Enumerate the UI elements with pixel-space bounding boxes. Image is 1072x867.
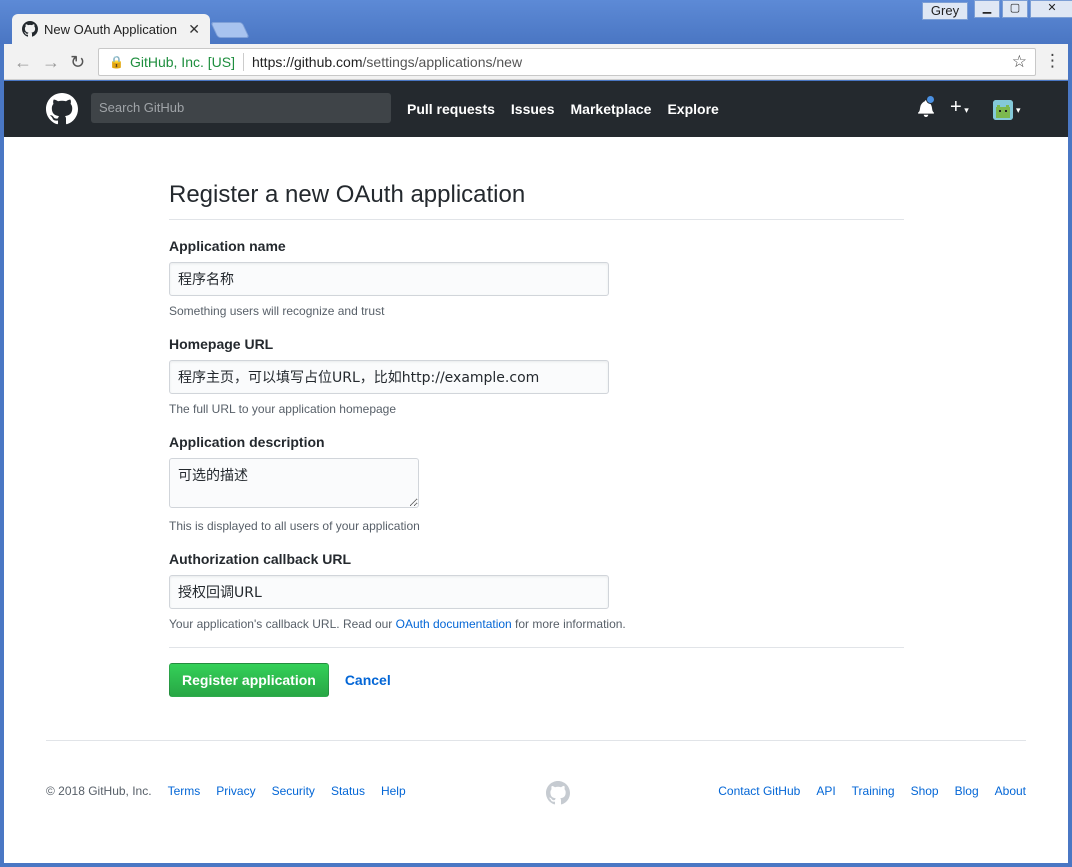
footer-link-blog[interactable]: Blog <box>955 784 979 798</box>
footer-link-status[interactable]: Status <box>331 784 365 798</box>
back-arrow-icon[interactable]: ← <box>14 52 32 73</box>
app-name-input[interactable] <box>169 262 609 296</box>
avatar-chevron-down-icon[interactable]: ▾ <box>1016 105 1021 116</box>
app-name-note: Something users will recognize and trust <box>169 304 385 318</box>
homepage-label: Homepage URL <box>169 336 274 352</box>
chevron-down-icon: ▾ <box>961 105 969 115</box>
tab-title: New OAuth Application <box>44 21 177 37</box>
browser-menu-icon[interactable]: ⋮ <box>1044 51 1061 71</box>
avatar[interactable] <box>993 100 1013 120</box>
address-bar[interactable]: 🔒 GitHub, Inc. [US] https://github.com /… <box>98 48 1036 76</box>
avatar-image <box>993 100 1013 120</box>
browser-window: New OAuth Application ✕ Grey ▁ ▢ ✕ ← → ↻… <box>0 0 1072 867</box>
app-name-label: Application name <box>169 238 286 254</box>
footer-link-terms[interactable]: Terms <box>168 784 201 798</box>
minimize-icon[interactable]: ▁ <box>974 0 1000 18</box>
footer-right: Contact GitHub API Training Shop Blog Ab… <box>718 784 1042 798</box>
nav-explore[interactable]: Explore <box>667 101 718 117</box>
header-nav: Pull requests Issues Marketplace Explore <box>407 101 735 117</box>
callback-group: Authorization callback URL Your applicat… <box>169 551 904 631</box>
footer-link-training[interactable]: Training <box>852 784 895 798</box>
forward-arrow-icon[interactable]: → <box>42 52 60 73</box>
omnibox-separator <box>243 53 244 71</box>
callback-url-input[interactable] <box>169 575 609 609</box>
description-textarea[interactable]: 可选的描述 <box>169 458 419 508</box>
site-footer: © 2018 GitHub, Inc. Terms Privacy Securi… <box>46 740 1026 805</box>
homepage-url-input[interactable] <box>169 360 609 394</box>
description-group: Application description 可选的描述 This is di… <box>169 434 904 533</box>
secure-label: GitHub, Inc. [US] <box>129 54 235 70</box>
copyright: © 2018 GitHub, Inc. <box>46 784 152 798</box>
notification-indicator <box>926 95 935 104</box>
reload-icon[interactable]: ↻ <box>70 52 85 73</box>
app-name-group: Application name Something users will re… <box>169 238 904 318</box>
footer-link-api[interactable]: API <box>816 784 835 798</box>
github-favicon-icon <box>22 21 38 37</box>
new-tab-button[interactable] <box>210 22 250 38</box>
browser-toolbar: ← → ↻ 🔒 GitHub, Inc. [US] https://github… <box>4 44 1068 80</box>
github-header: Search GitHub Pull requests Issues Marke… <box>4 81 1068 137</box>
browser-tab[interactable]: New OAuth Application ✕ <box>12 14 210 44</box>
callback-note-suffix: for more information. <box>511 617 626 631</box>
callback-note: Your application's callback URL. Read ou… <box>169 617 904 631</box>
callback-note-prefix: Your application's callback URL. Read ou… <box>169 617 396 631</box>
page-title: Register a new OAuth application <box>169 181 904 220</box>
homepage-note: The full URL to your application homepag… <box>169 402 397 416</box>
description-note: This is displayed to all users of your a… <box>169 519 420 533</box>
search-input[interactable]: Search GitHub <box>91 93 391 123</box>
maximize-icon[interactable]: ▢ <box>1002 0 1028 18</box>
footer-link-about[interactable]: About <box>995 784 1026 798</box>
nav-issues[interactable]: Issues <box>511 101 555 117</box>
footer-link-security[interactable]: Security <box>272 784 315 798</box>
github-logo-icon[interactable] <box>46 93 78 125</box>
footer-link-shop[interactable]: Shop <box>911 784 939 798</box>
tab-close-icon[interactable]: ✕ <box>188 21 200 38</box>
lock-icon: 🔒 <box>109 55 124 69</box>
callback-label: Authorization callback URL <box>169 551 352 567</box>
register-application-button[interactable]: Register application <box>169 663 329 697</box>
create-new-dropdown[interactable]: + ▾ <box>950 96 969 119</box>
cancel-link[interactable]: Cancel <box>345 672 391 688</box>
description-label: Application description <box>169 434 325 450</box>
profile-user-label[interactable]: Grey <box>922 2 968 20</box>
footer-link-help[interactable]: Help <box>381 784 406 798</box>
url-path: /settings/applications/new <box>362 54 523 70</box>
form-divider <box>169 647 904 648</box>
footer-github-logo-icon[interactable] <box>546 781 570 805</box>
form-actions: Register application Cancel <box>169 663 904 697</box>
oauth-form: Register a new OAuth application Applica… <box>169 181 904 697</box>
footer-link-contact[interactable]: Contact GitHub <box>718 784 800 798</box>
window-close-icon[interactable]: ✕ <box>1030 0 1072 18</box>
homepage-group: Homepage URL The full URL to your applic… <box>169 336 904 416</box>
bookmark-star-icon[interactable]: ☆ <box>1012 52 1027 72</box>
nav-marketplace[interactable]: Marketplace <box>571 101 652 117</box>
footer-link-privacy[interactable]: Privacy <box>216 784 255 798</box>
oauth-documentation-link[interactable]: OAuth documentation <box>396 617 512 631</box>
footer-left: © 2018 GitHub, Inc. Terms Privacy Securi… <box>46 784 422 798</box>
nav-pull-requests[interactable]: Pull requests <box>407 101 495 117</box>
github-page: Search GitHub Pull requests Issues Marke… <box>4 81 1068 863</box>
title-bar: New OAuth Application ✕ Grey ▁ ▢ ✕ <box>0 0 1072 44</box>
url-host: https://github.com <box>252 54 363 70</box>
